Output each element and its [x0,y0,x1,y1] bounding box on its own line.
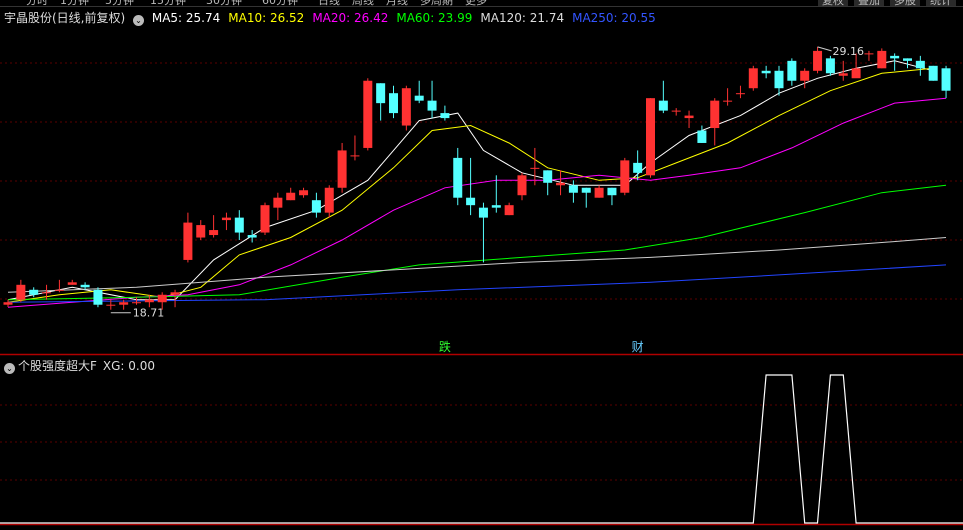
candle-body-0 [3,302,13,305]
candle-body-19 [247,235,257,238]
candle-body-11 [144,299,154,303]
candle-body-53 [684,115,694,119]
candle-body-34 [440,113,450,119]
candle-body-65 [838,73,848,76]
candle-body-24 [311,200,321,213]
candle-body-48 [620,160,630,193]
candle-body-10 [132,302,141,304]
candle-body-69 [890,55,900,59]
candle-body-59 [761,70,771,74]
candle-body-9 [119,302,129,305]
candle-body-60 [774,70,784,89]
candle-body-39 [504,205,514,216]
candle-body-22 [286,192,296,201]
candle-body-56 [723,100,733,102]
candle-body-12 [157,294,167,303]
candle-body-52 [671,110,681,112]
candle-body-16 [209,230,219,236]
candle-body-70 [903,58,912,61]
candle-body-46 [594,187,604,198]
candle-body-42 [543,170,553,183]
candle-body-57 [735,93,745,95]
candle-body-71 [915,60,925,69]
high-price-label: 29.16 [833,45,865,58]
candle-body-33 [427,100,437,111]
candle-body-31 [401,88,411,126]
candle-body-21 [273,197,283,208]
candle-body-20 [260,205,270,233]
candle-body-3 [42,292,52,294]
candle-body-38 [491,205,501,208]
low-price-label: 18.71 [133,307,165,320]
candle-body-8 [106,304,116,306]
candle-body-7 [93,289,103,305]
candle-body-2 [29,289,39,295]
indicator-line [0,374,963,524]
candle-body-72 [928,65,938,81]
candle-body-44 [568,185,578,193]
marker-1: 财 [632,340,644,354]
candle-body-50 [646,98,655,176]
candle-body-47 [607,187,617,196]
candle-body-17 [221,217,231,221]
candle-body-27 [350,155,360,157]
candle-body-30 [389,93,398,114]
candle-body-32 [414,95,424,101]
candle-body-36 [466,197,476,206]
high-pointer [817,46,832,52]
candle-body-1 [16,284,26,300]
candle-body-18 [234,217,244,233]
candle-body-15 [196,225,206,238]
candle-body-66 [851,68,861,79]
candle-body-5 [67,282,77,285]
candle-body-45 [581,187,591,193]
candle-body-63 [813,50,823,71]
candle-body-73 [941,68,951,91]
ma-line-ma60 [7,184,947,301]
candle-body-49 [633,162,643,173]
ma-line-ma20 [7,97,947,308]
candle-body-28 [363,80,373,148]
candle-body-25 [324,187,334,213]
candle-body-51 [658,100,668,111]
marker-0: 跌 [439,339,451,354]
candle-body-4 [54,289,64,291]
candle-body-37 [478,207,488,218]
candle-body-40 [517,175,527,196]
candle-body-67 [864,53,874,55]
candle-body-58 [748,68,758,89]
candle-body-23 [299,190,309,196]
candle-body-6 [80,284,90,288]
ma-line-ma120 [7,237,947,293]
candle-body-54 [697,130,707,143]
candle-body-29 [376,83,386,104]
candle-body-41 [530,167,540,169]
candle-body-14 [183,222,193,260]
candle-body-61 [787,60,797,81]
candle-body-43 [556,182,566,186]
candle-body-55 [710,100,720,129]
candle-body-62 [800,70,810,81]
candle-body-68 [877,50,887,69]
candle-body-13 [170,292,180,295]
kline-chart[interactable]: 29.16 18.71 跌 财 [0,0,963,530]
candle-body-64 [825,58,835,74]
candle-body-26 [337,150,347,188]
candle-body-35 [453,157,463,198]
